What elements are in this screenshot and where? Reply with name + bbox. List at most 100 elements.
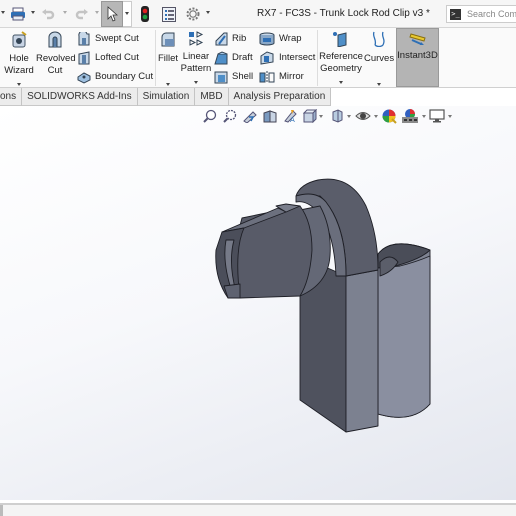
instant3d-button[interactable]: Instant3D <box>396 28 439 87</box>
wrap-button[interactable]: Wrap <box>259 30 302 47</box>
part-model[interactable] <box>0 106 516 500</box>
apply-scene-dropdown[interactable] <box>422 115 426 118</box>
lofted-cut-label: Lofted Cut <box>95 52 139 63</box>
select-dropdown[interactable] <box>123 1 132 27</box>
rib-button[interactable]: Rib <box>214 30 246 47</box>
search-commands-input[interactable]: >_ Search Comm <box>446 5 516 23</box>
hide-show-dropdown[interactable] <box>374 115 378 118</box>
display-style-dropdown[interactable] <box>347 115 351 118</box>
command-prompt-icon: >_ <box>450 8 461 20</box>
chevron-down-icon[interactable] <box>1 11 5 14</box>
shell-icon <box>214 71 228 83</box>
edit-appearance-icon[interactable] <box>381 108 397 124</box>
hide-show-items-icon[interactable] <box>355 109 371 123</box>
zoom-to-fit-icon[interactable] <box>203 109 217 123</box>
reference-geometry-label-2: Geometry <box>320 63 362 74</box>
shell-label: Shell <box>232 71 254 82</box>
mirror-icon <box>259 70 275 83</box>
draft-icon <box>214 50 228 64</box>
view-settings-icon[interactable] <box>429 109 445 123</box>
command-manager-ribbon: Hole Wizard Revolved Cut Swept Cut Lofte… <box>0 28 516 88</box>
revolved-cut-label-1: Revolved <box>36 53 76 64</box>
tab-analysis-preparation[interactable]: Analysis Preparation <box>229 88 332 106</box>
undo-dropdown[interactable] <box>63 11 67 14</box>
select-button[interactable] <box>101 1 123 27</box>
hole-wizard-icon <box>12 31 27 48</box>
redo-button[interactable] <box>74 3 90 25</box>
hole-wizard-button[interactable]: Hole Wizard <box>2 30 36 86</box>
options-button[interactable] <box>184 3 202 25</box>
intersect-button[interactable]: Intersect <box>259 49 315 66</box>
lofted-cut-icon <box>78 50 90 64</box>
boundary-cut-button[interactable]: Boundary Cut <box>77 68 153 85</box>
revolved-cut-button[interactable]: Revolved Cut <box>36 30 76 86</box>
tab-mbd[interactable]: MBD <box>195 88 229 106</box>
chevron-down-icon[interactable] <box>194 81 198 84</box>
shell-button[interactable]: Shell <box>214 68 253 85</box>
instant3d-icon <box>408 33 426 45</box>
draft-button[interactable]: Draft <box>214 49 253 66</box>
heads-up-view-toolbar-4 <box>381 108 419 124</box>
tab-solidworks-add-ins[interactable]: SOLIDWORKS Add-Ins <box>22 88 138 106</box>
rebuild-button[interactable] <box>138 3 152 25</box>
fillet-label: Fillet <box>157 53 179 64</box>
title-bar: RX7 - FC3S - Trunk Lock Rod Clip v3 * >_… <box>0 0 516 28</box>
wrap-label: Wrap <box>279 33 302 44</box>
command-manager-tabs: ons SOLIDWORKS Add-Ins Simulation MBD An… <box>0 88 332 106</box>
chevron-down-icon[interactable] <box>377 83 381 86</box>
revolved-cut-icon <box>48 31 62 48</box>
curves-button[interactable]: Curves <box>364 30 394 86</box>
redo-dropdown[interactable] <box>95 11 99 14</box>
window-title: RX7 - FC3S - Trunk Lock Rod Clip v3 * <box>257 8 430 19</box>
boundary-cut-label: Boundary Cut <box>95 71 154 82</box>
view-orientation-icon[interactable] <box>303 109 317 123</box>
undo-button[interactable] <box>40 3 56 25</box>
draft-label: Draft <box>232 52 253 63</box>
intersect-icon <box>260 50 274 65</box>
ribbon-separator <box>155 30 156 86</box>
lofted-cut-button[interactable]: Lofted Cut <box>77 49 139 66</box>
print-icon <box>11 7 25 21</box>
reference-geometry-label-1: Reference <box>319 51 363 62</box>
chevron-down-icon[interactable] <box>17 83 21 86</box>
boundary-cut-icon <box>77 71 91 84</box>
tab-addons-partial[interactable]: ons <box>0 88 23 106</box>
heads-up-view-toolbar: A <box>203 109 317 123</box>
print-button[interactable] <box>9 3 27 25</box>
search-placeholder: Search Comm <box>467 9 516 19</box>
options-gear-icon <box>186 7 200 21</box>
undo-icon <box>42 9 55 20</box>
rebuild-traffic-light-icon <box>141 6 149 22</box>
curves-label: Curves <box>364 53 395 64</box>
swept-cut-icon <box>78 31 90 45</box>
hole-wizard-label-1: Hole <box>9 53 29 64</box>
heads-up-view-toolbar-5 <box>429 109 445 123</box>
section-view-icon[interactable] <box>263 109 277 123</box>
chevron-down-icon[interactable] <box>339 81 343 84</box>
view-orientation-dropdown[interactable] <box>319 115 323 118</box>
graphics-area[interactable] <box>0 106 516 500</box>
panel-splitter[interactable] <box>0 505 3 516</box>
dynamic-annotation-views-icon[interactable]: A <box>283 109 297 123</box>
heads-up-view-toolbar-2 <box>330 109 344 123</box>
swept-cut-label: Swept Cut <box>95 33 139 44</box>
apply-scene-icon[interactable] <box>401 108 419 124</box>
heads-up-view-toolbar-3 <box>355 109 371 123</box>
chevron-down-icon[interactable] <box>166 83 170 86</box>
mirror-button[interactable]: Mirror <box>259 68 304 85</box>
fillet-button[interactable]: Fillet <box>157 30 179 86</box>
instant3d-label: Instant3D <box>397 50 438 61</box>
linear-pattern-button[interactable]: Linear Pattern <box>180 30 212 86</box>
reference-geometry-button[interactable]: Reference Geometry <box>319 30 363 86</box>
options-dropdown[interactable] <box>206 11 210 14</box>
tab-simulation[interactable]: Simulation <box>138 88 196 106</box>
reference-geometry-icon <box>333 32 347 48</box>
redo-icon <box>75 9 88 20</box>
print-dropdown[interactable] <box>31 11 35 14</box>
view-settings-dropdown[interactable] <box>448 115 452 118</box>
display-style-icon[interactable] <box>330 109 344 123</box>
file-properties-button[interactable] <box>160 3 178 25</box>
zoom-to-area-icon[interactable] <box>223 109 237 123</box>
swept-cut-button[interactable]: Swept Cut <box>77 30 139 47</box>
previous-view-icon[interactable] <box>243 109 257 123</box>
